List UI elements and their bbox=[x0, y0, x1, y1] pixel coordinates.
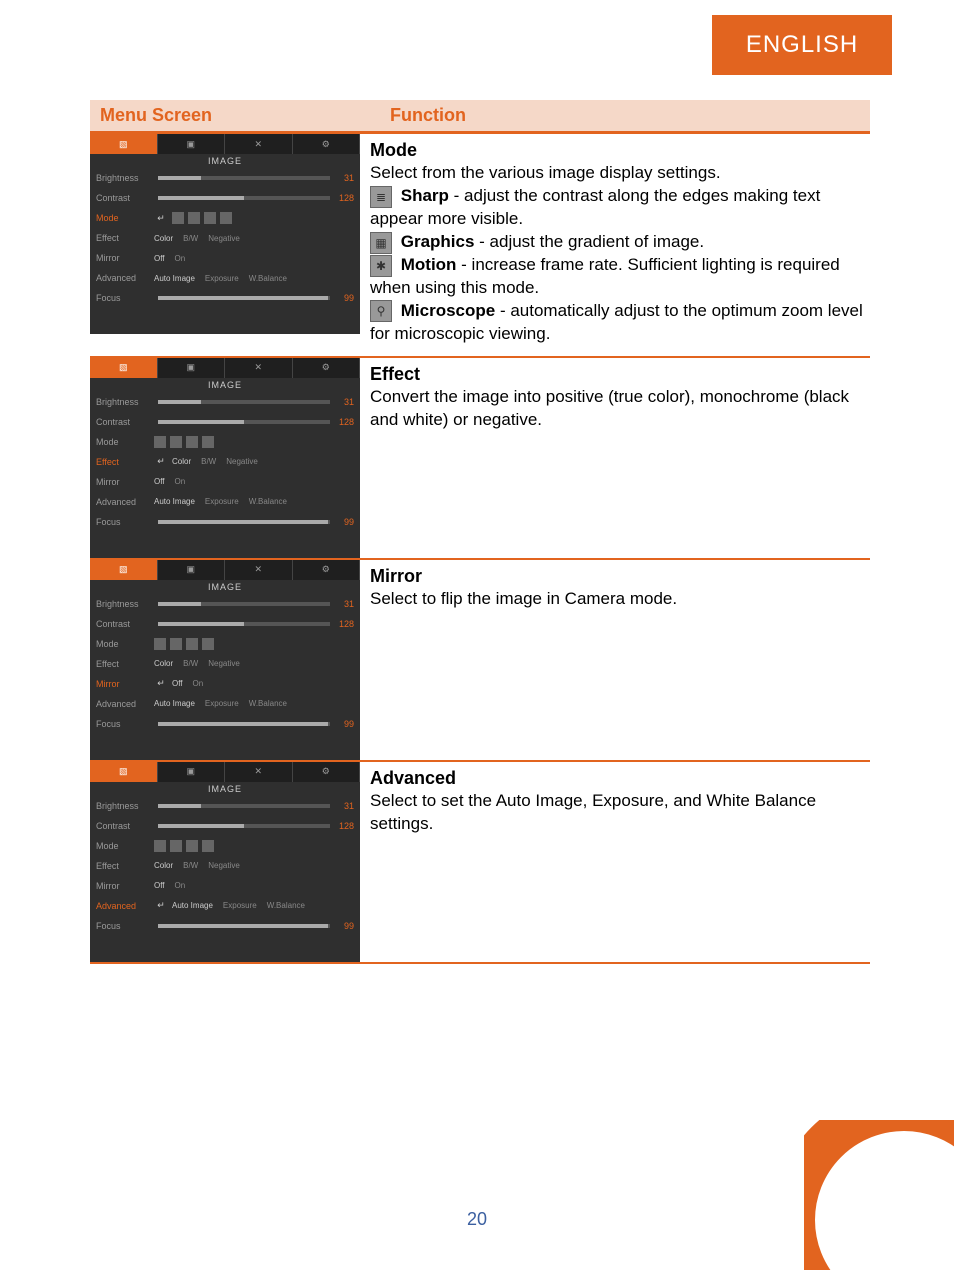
tab-image-icon: ▧ bbox=[90, 560, 158, 580]
val-contrast: 128 bbox=[334, 193, 354, 203]
tab-tools-icon: ✕ bbox=[225, 762, 293, 782]
menu-screenshot-effect: ▧ ▣ ✕ ⚙ IMAGE Brightness31 Contrast128 M… bbox=[90, 358, 360, 558]
graphics-label: Graphics bbox=[401, 232, 475, 251]
val-focus: 99 bbox=[334, 293, 354, 303]
row-mirror: Mirror bbox=[96, 253, 154, 263]
tab-settings-icon: ⚙ bbox=[293, 762, 361, 782]
function-mirror: Mirror Select to flip the image in Camer… bbox=[360, 560, 870, 760]
table-row: ▧ ▣ ✕ ⚙ IMAGE Brightness31 Contrast128 M… bbox=[90, 560, 870, 762]
menu-title: IMAGE bbox=[90, 154, 360, 168]
row-effect: Effect bbox=[96, 233, 154, 243]
menu-title: IMAGE bbox=[90, 378, 360, 392]
effect-text: Convert the image into positive (true co… bbox=[370, 386, 870, 432]
sharp-label: Sharp bbox=[401, 186, 449, 205]
enter-icon: ↵ bbox=[154, 678, 168, 689]
enter-icon: ↵ bbox=[154, 456, 168, 467]
menu-screenshot-mode: ▧ ▣ ✕ ⚙ IMAGE Brightness 31 Contrast 128 M… bbox=[90, 134, 360, 356]
tab-tools-icon: ✕ bbox=[225, 560, 293, 580]
tab-settings-icon: ⚙ bbox=[293, 358, 361, 378]
enter-icon: ↵ bbox=[154, 900, 168, 911]
graphics-icon: ▦ bbox=[370, 232, 392, 254]
tab-presentation-icon: ▣ bbox=[158, 134, 226, 154]
tab-presentation-icon: ▣ bbox=[158, 762, 226, 782]
menu-title: IMAGE bbox=[90, 782, 360, 796]
motion-label: Motion bbox=[401, 255, 457, 274]
page: ENGLISH Menu Screen Function ▧ ▣ ✕ ⚙ IMA… bbox=[0, 0, 954, 1270]
row-mode: Mode bbox=[96, 213, 154, 223]
advanced-text: Select to set the Auto Image, Exposure, … bbox=[370, 790, 870, 836]
menu-title: IMAGE bbox=[90, 580, 360, 594]
content-table: Menu Screen Function ▧ ▣ ✕ ⚙ IMAGE Brigh… bbox=[90, 100, 870, 964]
tab-presentation-icon: ▣ bbox=[158, 560, 226, 580]
val-brightness: 31 bbox=[334, 173, 354, 183]
tab-presentation-icon: ▣ bbox=[158, 358, 226, 378]
sharp-icon: ≣ bbox=[370, 186, 392, 208]
mirror-title: Mirror bbox=[370, 564, 870, 588]
table-header: Menu Screen Function bbox=[90, 100, 870, 134]
mirror-text: Select to flip the image in Camera mode. bbox=[370, 588, 870, 611]
row-advanced: Advanced bbox=[96, 273, 154, 283]
tab-image-icon: ▧ bbox=[90, 134, 158, 154]
tab-image-icon: ▧ bbox=[90, 762, 158, 782]
mode-icons bbox=[172, 212, 232, 224]
row-contrast: Contrast bbox=[96, 193, 154, 203]
function-effect: Effect Convert the image into positive (… bbox=[360, 358, 870, 558]
function-mode: Mode Select from the various image displ… bbox=[360, 134, 870, 356]
corner-logo bbox=[804, 1120, 954, 1270]
effect-title: Effect bbox=[370, 362, 870, 386]
motion-icon: ✱ bbox=[370, 255, 392, 277]
microscope-label: Microscope bbox=[401, 301, 495, 320]
table-row: ▧ ▣ ✕ ⚙ IMAGE Brightness31 Contrast128 M… bbox=[90, 358, 870, 560]
mode-intro: Select from the various image display se… bbox=[370, 162, 870, 185]
graphics-text: - adjust the gradient of image. bbox=[474, 232, 704, 251]
mode-title: Mode bbox=[370, 138, 870, 162]
language-tab: ENGLISH bbox=[712, 15, 892, 75]
menu-screenshot-mirror: ▧ ▣ ✕ ⚙ IMAGE Brightness31 Contrast128 M… bbox=[90, 560, 360, 760]
function-advanced: Advanced Select to set the Auto Image, E… bbox=[360, 762, 870, 962]
tab-tools-icon: ✕ bbox=[225, 358, 293, 378]
advanced-title: Advanced bbox=[370, 766, 870, 790]
row-focus: Focus bbox=[96, 293, 154, 303]
table-row: ▧ ▣ ✕ ⚙ IMAGE Brightness 31 Contrast 128 M… bbox=[90, 134, 870, 358]
tab-tools-icon: ✕ bbox=[225, 134, 293, 154]
table-row: ▧ ▣ ✕ ⚙ IMAGE Brightness31 Contrast128 M… bbox=[90, 762, 870, 964]
tab-settings-icon: ⚙ bbox=[293, 134, 361, 154]
enter-icon: ↵ bbox=[154, 213, 168, 224]
tab-image-icon: ▧ bbox=[90, 358, 158, 378]
row-brightness: Brightness bbox=[96, 173, 154, 183]
header-function: Function bbox=[380, 100, 870, 131]
header-menu-screen: Menu Screen bbox=[90, 100, 380, 131]
menu-screenshot-advanced: ▧ ▣ ✕ ⚙ IMAGE Brightness31 Contrast128 M… bbox=[90, 762, 360, 962]
microscope-icon: ⚲ bbox=[370, 300, 392, 322]
tab-settings-icon: ⚙ bbox=[293, 560, 361, 580]
